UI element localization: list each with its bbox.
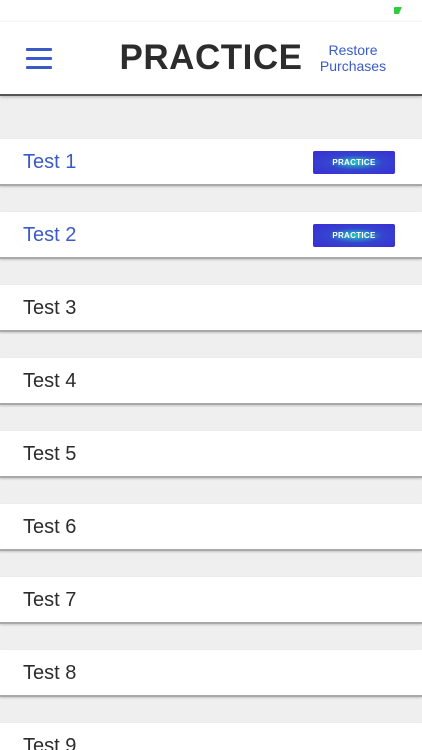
test-item-4[interactable]: Test 4: [0, 358, 422, 405]
menu-button[interactable]: [22, 44, 56, 74]
test-item-1[interactable]: Test 1 PRACTICE: [0, 139, 422, 186]
practice-badge[interactable]: PRACTICE: [313, 224, 395, 247]
test-label: Test 6: [23, 516, 77, 538]
test-label: Test 4: [23, 370, 77, 392]
test-item-8[interactable]: Test 8: [0, 650, 422, 697]
test-item-5[interactable]: Test 5: [0, 431, 422, 478]
test-label: Test 7: [23, 589, 77, 611]
test-item-2[interactable]: Test 2 PRACTICE: [0, 212, 422, 259]
test-label: Test 8: [23, 662, 77, 684]
hamburger-line: [26, 57, 52, 60]
page-title: PRACTICE: [119, 38, 303, 77]
test-item-6[interactable]: Test 6: [0, 504, 422, 551]
test-label: Test 3: [23, 297, 77, 319]
practice-badge[interactable]: PRACTICE: [313, 151, 395, 174]
test-label: Test 1: [23, 151, 77, 173]
test-label: Test 5: [23, 443, 77, 465]
test-label: Test 2: [23, 224, 77, 246]
app-header: PRACTICE Restore Purchases: [0, 22, 422, 96]
status-bar: [0, 0, 422, 22]
test-label: Test 9: [23, 735, 77, 750]
test-item-9[interactable]: Test 9: [0, 723, 422, 750]
test-item-7[interactable]: Test 7: [0, 577, 422, 624]
hamburger-line: [26, 48, 52, 51]
restore-purchases-button[interactable]: Restore Purchases: [308, 42, 398, 74]
restore-label-line1: Restore: [328, 42, 378, 58]
hamburger-line: [26, 66, 52, 69]
battery-icon: [394, 7, 402, 14]
test-item-3[interactable]: Test 3: [0, 285, 422, 332]
restore-label-line2: Purchases: [319, 58, 387, 74]
